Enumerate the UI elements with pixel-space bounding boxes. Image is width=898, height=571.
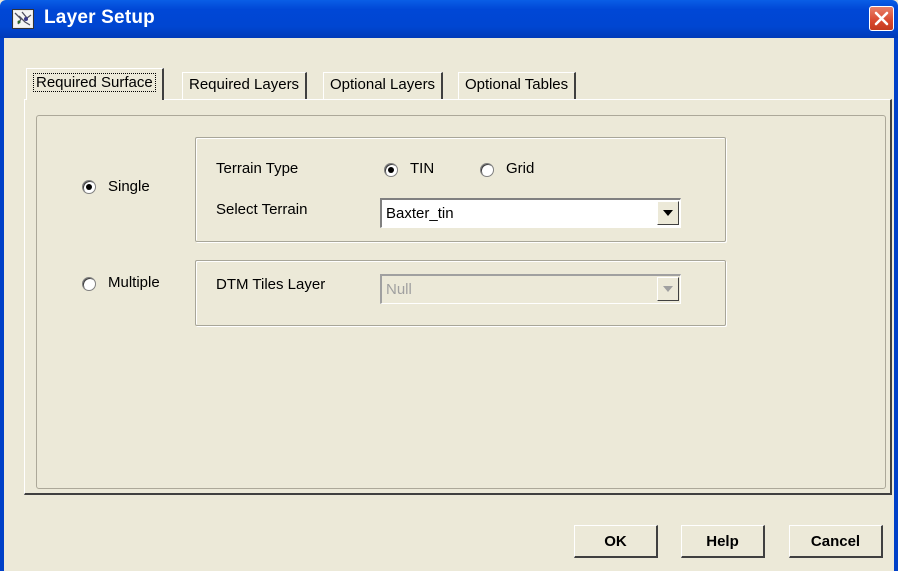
tab-required-layers[interactable]: Required Layers (182, 72, 308, 99)
tab-label: Required Layers (189, 76, 300, 93)
single-radio[interactable] (82, 180, 96, 194)
tin-radio[interactable] (384, 163, 398, 177)
multiple-label: Multiple (108, 274, 160, 291)
select-terrain-dropdown[interactable]: Baxter_tin (380, 198, 681, 228)
dtm-tiles-value: Null (386, 281, 412, 298)
tab-label: Required Surface (33, 73, 156, 92)
tin-label: TIN (410, 160, 435, 177)
dtm-tiles-label: DTM Tiles Layer (216, 276, 326, 293)
tab-label: Optional Layers (330, 76, 436, 93)
window-frame-right (894, 38, 898, 571)
chevron-down-icon (663, 286, 673, 292)
select-terrain-label: Select Terrain (216, 201, 308, 218)
dropdown-button-disabled (657, 277, 679, 301)
layer-setup-icon (12, 9, 34, 29)
cancel-button[interactable]: Cancel (789, 525, 883, 558)
close-button[interactable] (869, 6, 894, 31)
dropdown-button[interactable] (657, 201, 679, 225)
terrain-type-label: Terrain Type (216, 160, 299, 177)
ok-button[interactable]: OK (574, 525, 658, 558)
tab-label: Optional Tables (465, 76, 569, 93)
help-button[interactable]: Help (681, 525, 765, 558)
multiple-radio[interactable] (82, 277, 96, 291)
tab-optional-layers[interactable]: Optional Layers (323, 72, 444, 99)
close-icon (874, 11, 889, 26)
window-frame-left (0, 38, 4, 571)
chevron-down-icon (663, 210, 673, 216)
grid-label: Grid (506, 160, 535, 177)
tab-required-surface[interactable]: Required Surface (26, 68, 164, 100)
single-label: Single (108, 178, 150, 195)
select-terrain-value: Baxter_tin (386, 205, 454, 222)
tab-optional-tables[interactable]: Optional Tables (458, 72, 577, 99)
window-title: Layer Setup (44, 7, 155, 28)
title-bar[interactable]: Layer Setup (0, 0, 898, 38)
dtm-tiles-dropdown: Null (380, 274, 681, 304)
grid-radio[interactable] (480, 163, 494, 177)
